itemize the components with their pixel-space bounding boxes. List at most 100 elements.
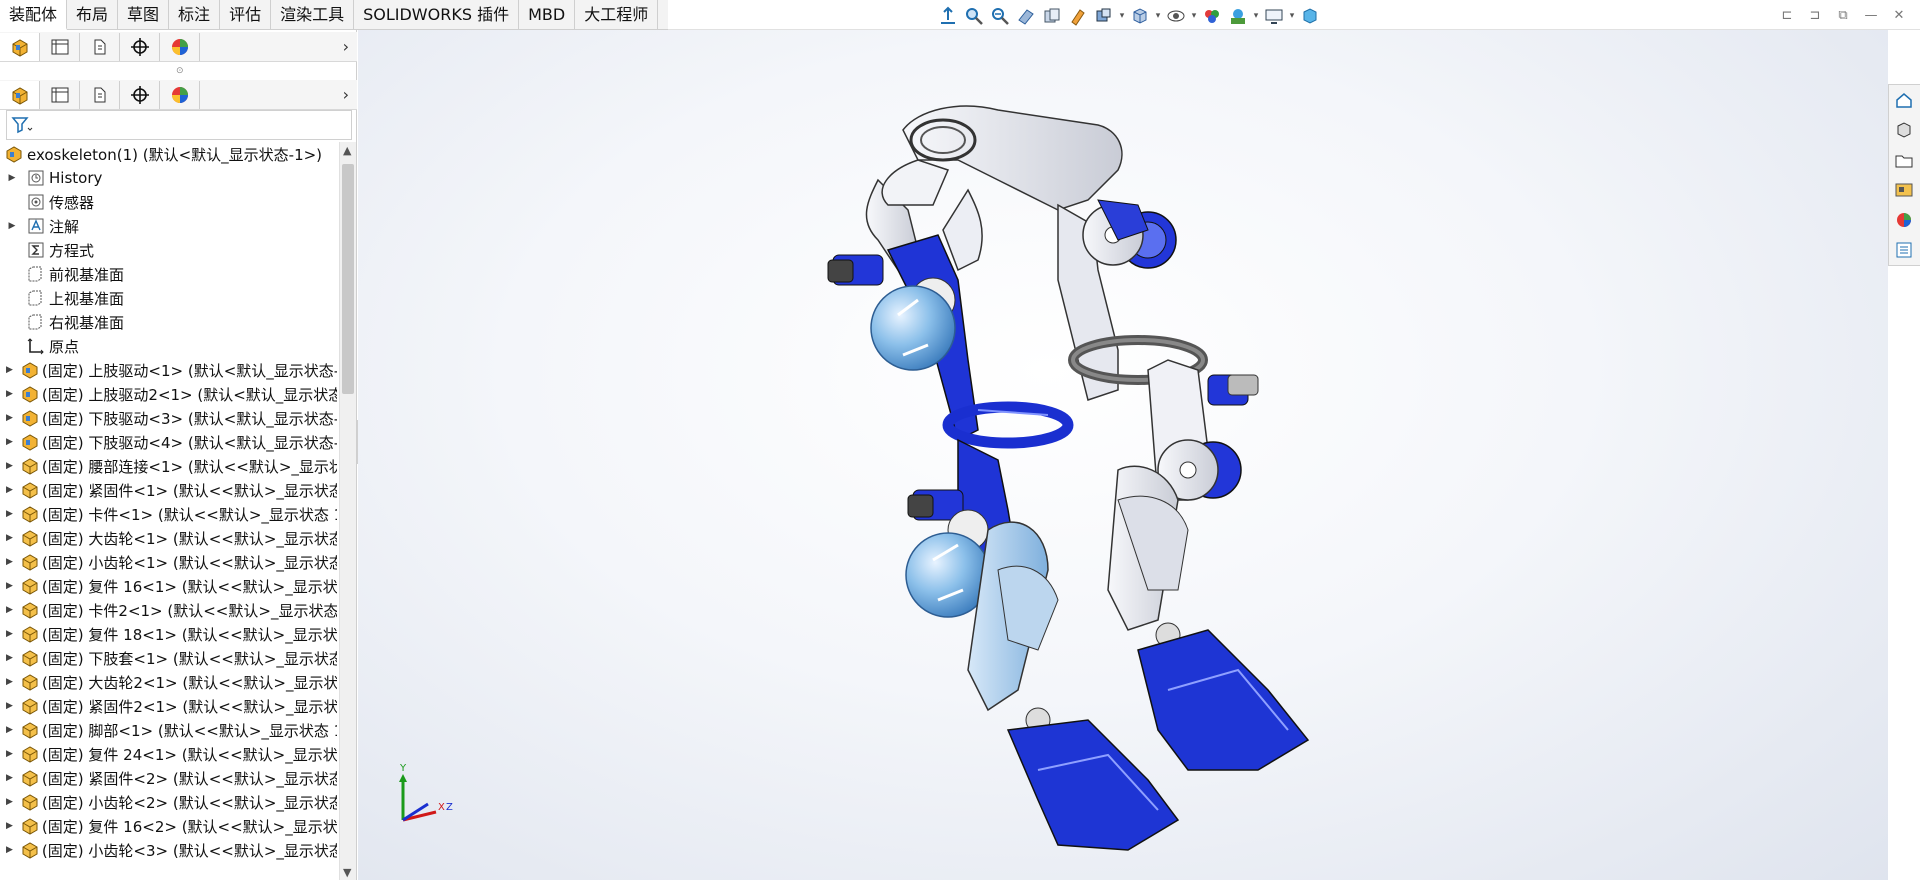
expand-icon[interactable]: ▶ (6, 790, 13, 814)
tile-left-icon[interactable]: ⊏ (1778, 6, 1796, 24)
tree-item[interactable]: 上视基准面 (0, 286, 337, 310)
tree-item[interactable]: ▶ (固定) 下肢驱动<4> (默认<默认_显示状态- (0, 430, 337, 454)
appearances-icon[interactable] (1889, 205, 1919, 235)
apply-scene-icon[interactable] (1226, 4, 1250, 28)
tree-item[interactable]: 传感器 (0, 190, 337, 214)
tile-right-icon[interactable]: ⊐ (1806, 6, 1824, 24)
expand-icon[interactable]: ▶ (6, 742, 13, 766)
hide-show-icon[interactable] (1164, 4, 1188, 28)
propertymanager-icon[interactable] (40, 80, 80, 109)
view-palette-icon[interactable] (1889, 175, 1919, 205)
tree-item[interactable]: ▶ (固定) 复件 16<1> (默认<<默认>_显示状 (0, 574, 337, 598)
tree-item[interactable]: 原点 (0, 334, 337, 358)
tree-item[interactable]: ▶ (固定) 复件 24<1> (默认<<默认>_显示状 (0, 742, 337, 766)
tree-item[interactable]: ▶ (固定) 复件 18<1> (默认<<默认>_显示状 (0, 622, 337, 646)
chevron-right-icon[interactable]: › (343, 85, 349, 104)
tree-item[interactable]: ▶ History (0, 166, 337, 190)
chevron-down-icon[interactable]: ▾ (1190, 4, 1198, 28)
displaymanager-icon[interactable] (160, 32, 200, 61)
expand-icon[interactable]: ▶ (6, 358, 13, 382)
expand-icon[interactable]: ▶ (6, 382, 13, 406)
view-settings-icon[interactable] (1262, 4, 1286, 28)
tree-item[interactable]: ▶ (固定) 卡件2<1> (默认<<默认>_显示状态 (0, 598, 337, 622)
tree-item[interactable]: ▶ (固定) 大齿轮2<1> (默认<<默认>_显示状 (0, 670, 337, 694)
expand-icon[interactable]: ▶ (6, 502, 13, 526)
tree-item[interactable]: 方程式 (0, 238, 337, 262)
view-orientation-icon[interactable] (1092, 4, 1116, 28)
graphics-area[interactable]: Y X Z (358, 30, 1888, 880)
view-setting-icon[interactable] (1066, 4, 1090, 28)
tree-item[interactable]: ▶ (固定) 大齿轮<1> (默认<<默认>_显示状态 (0, 526, 337, 550)
command-tab[interactable]: 标注 (169, 0, 221, 30)
expand-icon[interactable]: ▶ (6, 574, 13, 598)
file-explorer-icon[interactable] (1889, 145, 1919, 175)
custom-properties-icon[interactable] (1889, 235, 1919, 265)
propertymanager-icon[interactable] (40, 32, 80, 61)
command-tab[interactable]: 装配体 (0, 0, 68, 30)
expand-icon[interactable]: ▶ (6, 670, 13, 694)
tree-item[interactable]: 前视基准面 (0, 262, 337, 286)
tree-item[interactable]: 右视基准面 (0, 310, 337, 334)
tree-item[interactable]: ▶ (固定) 下肢驱动<3> (默认<默认_显示状态- (0, 406, 337, 430)
tree-item[interactable]: ▶ (固定) 小齿轮<1> (默认<<默认>_显示状态 (0, 550, 337, 574)
expand-icon[interactable]: ▶ (6, 478, 13, 502)
close-icon[interactable]: ✕ (1890, 6, 1908, 24)
chevron-down-icon[interactable]: ▾ (1252, 4, 1260, 28)
tree-item[interactable]: ▶ (固定) 紧固件<2> (默认<<默认>_显示状态 (0, 766, 337, 790)
home-icon[interactable] (1889, 85, 1919, 115)
configurationmanager-icon[interactable] (80, 32, 120, 61)
expand-icon[interactable]: ▶ (6, 622, 13, 646)
expand-icon[interactable]: ▶ (6, 430, 13, 454)
command-tab[interactable]: 草图 (118, 0, 170, 30)
previous-view-icon[interactable] (988, 4, 1012, 28)
zoom-to-fit-icon[interactable] (936, 4, 960, 28)
tree-item[interactable]: ▶ (固定) 下肢套<1> (默认<<默认>_显示状态 (0, 646, 337, 670)
scroll-up-icon[interactable]: ▲ (343, 144, 351, 157)
expand-icon[interactable]: ▶ (6, 526, 13, 550)
tree-item[interactable]: ▶ (固定) 上肢驱动<1> (默认<默认_显示状态- (0, 358, 337, 382)
expand-icon[interactable]: ▶ (6, 646, 13, 670)
dimxpert-icon[interactable] (120, 32, 160, 61)
command-tab[interactable]: 渲染工具 (271, 0, 355, 30)
expand-icon[interactable]: ▶ (6, 214, 18, 238)
scroll-down-icon[interactable]: ▼ (343, 866, 351, 879)
minimize-icon[interactable]: — (1862, 6, 1880, 24)
tree-item[interactable]: ▶ 注解 (0, 214, 337, 238)
tree-item[interactable]: ▶ (固定) 小齿轮<3> (默认<<默认>_显示状态 (0, 838, 337, 862)
expand-icon[interactable]: ▶ (6, 598, 13, 622)
configurationmanager-icon[interactable] (80, 80, 120, 109)
command-tab[interactable]: 布局 (67, 0, 119, 30)
filter-icon[interactable] (11, 115, 33, 135)
command-tab[interactable]: SOLIDWORKS 插件 (354, 0, 520, 30)
view-cube-icon[interactable] (1298, 4, 1322, 28)
expand-icon[interactable]: ▶ (6, 454, 13, 478)
exoskeleton-model[interactable] (358, 30, 1888, 880)
tree-item[interactable]: exoskeleton(1) (默认<默认_显示状态-1>) (0, 142, 337, 166)
tree-filter[interactable] (6, 110, 352, 140)
tree-item[interactable]: ▶ (固定) 脚部<1> (默认<<默认>_显示状态 1 (0, 718, 337, 742)
tree-item[interactable]: ▶ (固定) 卡件<1> (默认<<默认>_显示状态 1 (0, 502, 337, 526)
featuremanager-icon[interactable] (0, 32, 40, 61)
tree-item[interactable]: ▶ (固定) 紧固件<1> (默认<<默认>_显示状态 (0, 478, 337, 502)
tree-item[interactable]: ▶ (固定) 紧固件2<1> (默认<<默认>_显示状 (0, 694, 337, 718)
tree-item[interactable]: ▶ (固定) 上肢驱动2<1> (默认<默认_显示状态 (0, 382, 337, 406)
featuremanager-icon[interactable] (0, 80, 40, 109)
display-style-icon[interactable] (1128, 4, 1152, 28)
expand-icon[interactable]: ▶ (6, 814, 13, 838)
expand-icon[interactable]: ▶ (6, 166, 18, 190)
tree-item[interactable]: ▶ (固定) 小齿轮<2> (默认<<默认>_显示状态 (0, 790, 337, 814)
dynamic-annotation-icon[interactable] (1040, 4, 1064, 28)
command-tab[interactable]: MBD (519, 0, 576, 30)
restore-icon[interactable]: ⧉ (1834, 6, 1852, 24)
zoom-area-icon[interactable] (962, 4, 986, 28)
tree-vertical-scrollbar[interactable]: ▲ ▼ (339, 142, 356, 880)
chevron-right-icon[interactable]: › (343, 37, 349, 56)
displaymanager-icon[interactable] (160, 80, 200, 109)
tree-item[interactable]: ▶ (固定) 复件 16<2> (默认<<默认>_显示状 (0, 814, 337, 838)
expand-icon[interactable]: ▶ (6, 766, 13, 790)
edit-appearance-icon[interactable] (1200, 4, 1224, 28)
expand-icon[interactable]: ▶ (6, 838, 13, 862)
tree-item[interactable]: ▶ (固定) 腰部连接<1> (默认<<默认>_显示状 (0, 454, 337, 478)
section-view-icon[interactable] (1014, 4, 1038, 28)
chevron-down-icon[interactable]: ▾ (1154, 4, 1162, 28)
